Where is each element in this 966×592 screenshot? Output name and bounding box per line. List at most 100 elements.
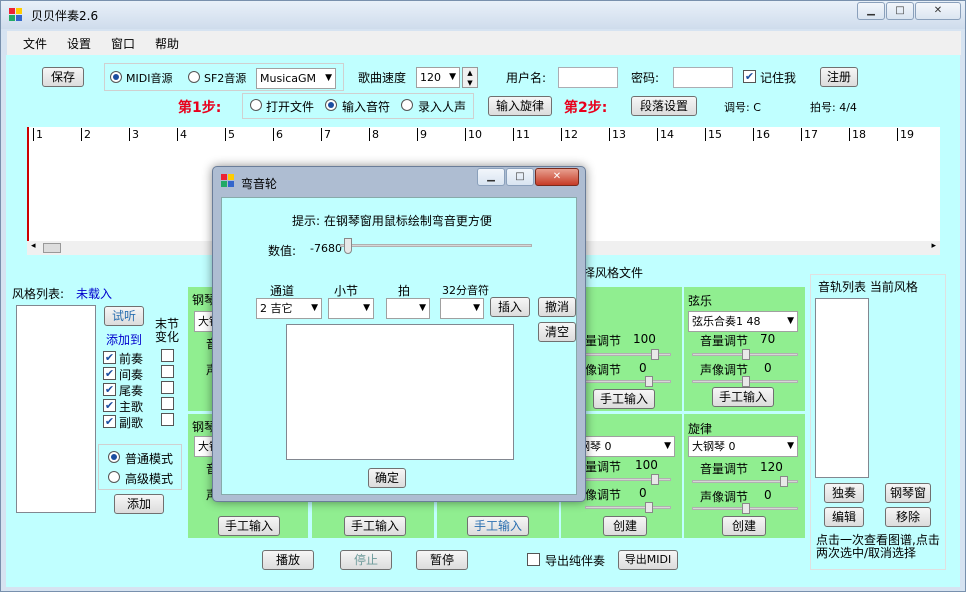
col4-top-pan-value: 0 (639, 361, 647, 375)
username-input[interactable] (558, 67, 618, 88)
strings-manual-input-button[interactable]: 手工输入 (712, 387, 774, 407)
midi-source-radio[interactable] (110, 71, 122, 83)
chevron-down-icon: ▼ (419, 303, 426, 313)
dialog-close-button[interactable]: ✕ (535, 168, 579, 186)
password-input[interactable] (673, 67, 733, 88)
track-list-label: 音轨列表 当前风格 (818, 280, 918, 294)
col2-manual-input-button[interactable]: 手工输入 (344, 516, 406, 536)
col4-bottom-volume-slider[interactable] (585, 474, 671, 485)
close-button[interactable]: ✕ (915, 2, 961, 20)
preview-button[interactable]: 试听 (104, 306, 144, 326)
tempo-stepper[interactable]: ▲ ▼ (462, 67, 478, 88)
play-button[interactable]: 播放 (262, 550, 314, 570)
section-checkbox[interactable]: ✔ (103, 383, 116, 396)
dialog-minimize-button[interactable]: ▁ (477, 168, 505, 186)
note32-select[interactable]: ▼ (440, 298, 484, 319)
bar-change-checkbox[interactable] (161, 365, 174, 378)
scroll-right-icon[interactable]: ▸ (931, 241, 936, 251)
maximize-button[interactable]: □ (886, 2, 914, 20)
open-file-radio[interactable] (250, 99, 262, 111)
melody-create-button[interactable]: 创建 (722, 516, 766, 536)
title-bar[interactable]: 贝贝伴奏2.6 ▁ □ ✕ (1, 1, 965, 29)
tempo-select[interactable]: 120 ▼ (416, 67, 460, 88)
left-manual-input-button[interactable]: 手工输入 (218, 516, 280, 536)
stop-button[interactable]: 停止 (340, 550, 392, 570)
bar-change-checkbox[interactable] (161, 381, 174, 394)
section-settings-button[interactable]: 段落设置 (631, 96, 697, 116)
minimize-button[interactable]: ▁ (857, 2, 885, 20)
save-button[interactable]: 保存 (42, 67, 84, 87)
section-checkbox[interactable]: ✔ (103, 367, 116, 380)
record-voice-radio[interactable] (401, 99, 413, 111)
col4-bottom-instrument[interactable]: 钢琴 0 ▼ (575, 436, 675, 457)
menu-bar: 文件 设置 窗口 帮助 (7, 31, 961, 55)
export-pure-label: 导出纯伴奏 (545, 554, 606, 568)
input-melody-button[interactable]: 输入旋律 (488, 96, 552, 116)
add-button[interactable]: 添加 (114, 494, 164, 514)
add-to-label: 添加到 (106, 333, 143, 347)
menu-settings[interactable]: 设置 (67, 35, 91, 52)
advanced-mode-radio[interactable] (108, 471, 120, 483)
channel-select[interactable]: 2 吉它 ▼ (256, 298, 322, 319)
bend-event-list[interactable] (286, 324, 514, 460)
remove-button[interactable]: 移除 (885, 507, 931, 527)
col4-manual-input-button[interactable]: 手工输入 (593, 389, 655, 409)
edit-button[interactable]: 编辑 (824, 507, 864, 527)
clear-button[interactable]: 清空 (538, 322, 576, 342)
scroll-left-icon[interactable]: ◂ (31, 241, 36, 251)
menu-file[interactable]: 文件 (23, 35, 47, 52)
section-checkbox[interactable]: ✔ (103, 351, 116, 364)
dialog-title: 弯音轮 (241, 177, 278, 191)
piano-window-button[interactable]: 钢琴窗 (885, 483, 931, 503)
section-checkbox[interactable]: ✔ (103, 415, 116, 428)
soundfont-select[interactable]: MusicaGM ▼ (256, 68, 336, 89)
col4-top-volume-slider[interactable] (585, 349, 671, 360)
dialog-maximize-button[interactable]: □ (506, 168, 534, 186)
bend-value-slider[interactable] (340, 238, 532, 254)
export-midi-button[interactable]: 导出MIDI (618, 550, 678, 570)
normal-mode-radio[interactable] (108, 451, 120, 463)
section-checkbox[interactable]: ✔ (103, 399, 116, 412)
export-pure-checkbox[interactable] (527, 553, 540, 566)
menu-window[interactable]: 窗口 (111, 35, 135, 52)
col4-bottom-pan-slider[interactable] (585, 502, 671, 513)
pause-button[interactable]: 暂停 (416, 550, 468, 570)
strings-instrument-value: 弦乐合奏1 48 (692, 315, 761, 328)
undo-button[interactable]: 撤消 (538, 297, 576, 317)
section-checkbox-label: 前奏 (119, 352, 144, 366)
insert-button[interactable]: 插入 (490, 297, 530, 317)
strings-instrument-select[interactable]: 弦乐合奏1 48 ▼ (688, 311, 798, 332)
bar-select[interactable]: ▼ (328, 298, 374, 319)
col4-top-pan-slider[interactable] (585, 376, 671, 387)
melody-volume-slider[interactable] (692, 476, 798, 487)
melody-instrument-select[interactable]: 大钢琴 0 ▼ (688, 436, 798, 457)
bend-slider-thumb[interactable] (344, 238, 352, 254)
step1-label: 第1步: (178, 100, 222, 116)
melody-title: 旋律 (688, 422, 713, 436)
beat-select[interactable]: ▼ (386, 298, 430, 319)
strings-volume-slider[interactable] (692, 349, 798, 360)
col4-create-button[interactable]: 创建 (603, 516, 647, 536)
input-notes-radio[interactable] (325, 99, 337, 111)
bar-change-checkbox[interactable] (161, 349, 174, 362)
ok-button[interactable]: 确定 (368, 468, 406, 488)
pitch-bend-dialog: 弯音轮 ▁ □ ✕ 提示: 在钢琴窗用鼠标绘制弯音更方便 数值: -7680 通… (212, 166, 586, 502)
register-button[interactable]: 注册 (820, 67, 858, 87)
ruler-tick: 12 (561, 128, 578, 141)
strings-pan-slider[interactable] (692, 376, 798, 387)
solo-button[interactable]: 独奏 (824, 483, 864, 503)
bar-change-checkbox[interactable] (161, 413, 174, 426)
col3-manual-input-button[interactable]: 手工输入 (467, 516, 529, 536)
track-listbox[interactable] (815, 298, 869, 478)
ruler-tick: 3 (129, 128, 139, 141)
menu-help[interactable]: 帮助 (155, 35, 179, 52)
remember-checkbox[interactable]: ✔ (743, 70, 756, 83)
scroll-thumb[interactable] (43, 243, 61, 253)
bend-value: -7680 (310, 242, 342, 255)
sf2-source-label: SF2音源 (204, 72, 247, 85)
chevron-down-icon: ▼ (449, 72, 456, 82)
melody-pan-slider[interactable] (692, 503, 798, 514)
style-listbox[interactable] (16, 305, 96, 513)
bar-change-checkbox[interactable] (161, 397, 174, 410)
sf2-source-radio[interactable] (188, 71, 200, 83)
